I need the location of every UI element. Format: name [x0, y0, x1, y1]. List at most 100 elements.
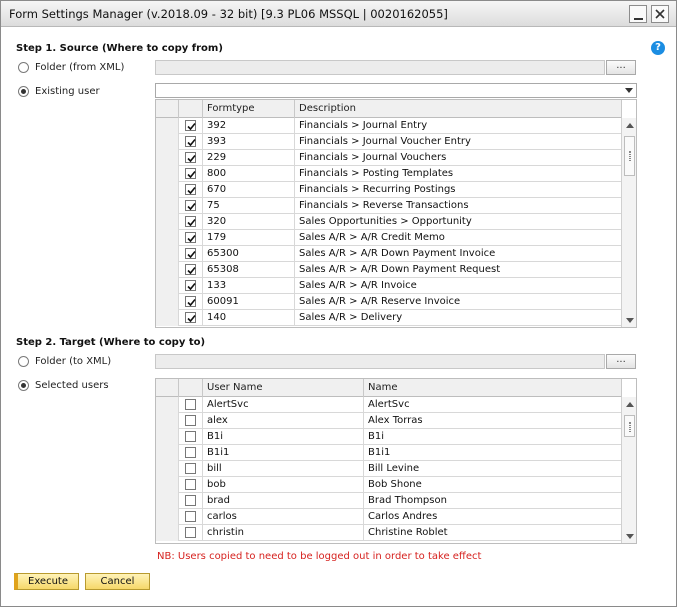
row-checkbox[interactable]: [185, 399, 196, 410]
row-header-cell[interactable]: [156, 461, 179, 477]
row-checkbox[interactable]: [185, 200, 196, 211]
title-bar[interactable]: Form Settings Manager (v.2018.09 - 32 bi…: [1, 1, 676, 27]
check-cell[interactable]: [179, 310, 203, 326]
table-row[interactable]: 800 Financials > Posting Templates: [156, 166, 622, 182]
table-row[interactable]: 75 Financials > Reverse Transactions: [156, 198, 622, 214]
row-header-cell[interactable]: [156, 166, 179, 182]
check-cell[interactable]: [179, 134, 203, 150]
check-cell[interactable]: [179, 294, 203, 310]
row-header-cell[interactable]: [156, 429, 179, 445]
row-checkbox[interactable]: [185, 136, 196, 147]
row-header-cell[interactable]: [156, 214, 179, 230]
row-header-cell[interactable]: [156, 525, 179, 541]
check-cell[interactable]: [179, 445, 203, 461]
radio-button[interactable]: [18, 62, 29, 73]
table-row[interactable]: B1i1 B1i1: [156, 445, 622, 461]
chevron-down-icon[interactable]: [625, 88, 633, 93]
row-checkbox[interactable]: [185, 312, 196, 323]
row-checkbox[interactable]: [185, 296, 196, 307]
table-row[interactable]: 392 Financials > Journal Entry: [156, 118, 622, 134]
check-cell[interactable]: [179, 509, 203, 525]
row-header-cell[interactable]: [156, 134, 179, 150]
scroll-thumb[interactable]: [624, 136, 635, 176]
table-row[interactable]: 393 Financials > Journal Voucher Entry: [156, 134, 622, 150]
table-row[interactable]: brad Brad Thompson: [156, 493, 622, 509]
table-row[interactable]: AlertSvc AlertSvc: [156, 397, 622, 413]
minimize-button[interactable]: [629, 5, 647, 23]
table-row[interactable]: 140 Sales A/R > Delivery: [156, 310, 622, 326]
check-cell[interactable]: [179, 461, 203, 477]
row-checkbox[interactable]: [185, 463, 196, 474]
check-cell[interactable]: [179, 118, 203, 134]
radio-button[interactable]: [18, 86, 29, 97]
target-folder-path-field[interactable]: [155, 354, 605, 369]
check-cell[interactable]: [179, 166, 203, 182]
row-checkbox[interactable]: [185, 495, 196, 506]
table-row[interactable]: 229 Financials > Journal Vouchers: [156, 150, 622, 166]
table-row[interactable]: 133 Sales A/R > A/R Invoice: [156, 278, 622, 294]
scroll-down-icon[interactable]: [626, 318, 634, 323]
row-header-cell[interactable]: [156, 182, 179, 198]
formtype-column-header[interactable]: Formtype: [203, 100, 295, 118]
row-header-cell[interactable]: [156, 118, 179, 134]
row-header-cell[interactable]: [156, 493, 179, 509]
name-column-header[interactable]: Name: [364, 379, 622, 397]
row-checkbox[interactable]: [185, 184, 196, 195]
table-row[interactable]: bob Bob Shone: [156, 477, 622, 493]
check-cell[interactable]: [179, 413, 203, 429]
check-cell[interactable]: [179, 429, 203, 445]
table-row[interactable]: 60091 Sales A/R > A/R Reserve Invoice: [156, 294, 622, 310]
check-cell[interactable]: [179, 214, 203, 230]
table-row[interactable]: 65300 Sales A/R > A/R Down Payment Invoic…: [156, 246, 622, 262]
check-cell[interactable]: [179, 246, 203, 262]
row-header-cell[interactable]: [156, 445, 179, 461]
row-checkbox[interactable]: [185, 264, 196, 275]
row-header-cell[interactable]: [156, 150, 179, 166]
check-cell[interactable]: [179, 198, 203, 214]
row-header-cell[interactable]: [156, 413, 179, 429]
source-browse-button[interactable]: ...: [606, 60, 636, 75]
target-browse-button[interactable]: ...: [606, 354, 636, 369]
row-checkbox[interactable]: [185, 232, 196, 243]
table-row[interactable]: 670 Financials > Recurring Postings: [156, 182, 622, 198]
close-button[interactable]: [651, 5, 669, 23]
check-cell[interactable]: [179, 182, 203, 198]
description-column-header[interactable]: Description: [295, 100, 622, 118]
check-column-header[interactable]: [179, 100, 203, 118]
check-cell[interactable]: [179, 230, 203, 246]
row-checkbox[interactable]: [185, 168, 196, 179]
row-header-cell[interactable]: [156, 310, 179, 326]
check-column-header[interactable]: [179, 379, 203, 397]
scroll-up-icon[interactable]: [626, 402, 634, 407]
check-cell[interactable]: [179, 278, 203, 294]
row-checkbox[interactable]: [185, 120, 196, 131]
table-row[interactable]: 320 Sales Opportunities > Opportunity: [156, 214, 622, 230]
target-table-scrollbar[interactable]: [621, 397, 636, 543]
row-checkbox[interactable]: [185, 511, 196, 522]
scroll-down-icon[interactable]: [626, 534, 634, 539]
check-cell[interactable]: [179, 397, 203, 413]
check-cell[interactable]: [179, 493, 203, 509]
row-checkbox[interactable]: [185, 280, 196, 291]
check-cell[interactable]: [179, 262, 203, 278]
row-checkbox[interactable]: [185, 479, 196, 490]
table-row[interactable]: 65308 Sales A/R > A/R Down Payment Reques…: [156, 262, 622, 278]
row-header-cell[interactable]: [156, 294, 179, 310]
username-column-header[interactable]: User Name: [203, 379, 364, 397]
execute-button[interactable]: Execute: [14, 573, 79, 590]
radio-button[interactable]: [18, 380, 29, 391]
row-header-cell[interactable]: [156, 230, 179, 246]
radio-button[interactable]: [18, 356, 29, 367]
scroll-thumb[interactable]: [624, 415, 635, 437]
row-header-cell[interactable]: [156, 397, 179, 413]
table-row[interactable]: christin Christine Roblet: [156, 525, 622, 541]
row-header-cell[interactable]: [156, 278, 179, 294]
table-row[interactable]: 179 Sales A/R > A/R Credit Memo: [156, 230, 622, 246]
check-cell[interactable]: [179, 150, 203, 166]
check-cell[interactable]: [179, 477, 203, 493]
row-checkbox[interactable]: [185, 431, 196, 442]
source-user-dropdown[interactable]: [155, 83, 637, 98]
check-cell[interactable]: [179, 525, 203, 541]
cancel-button[interactable]: Cancel: [85, 573, 150, 590]
table-row[interactable]: bill Bill Levine: [156, 461, 622, 477]
